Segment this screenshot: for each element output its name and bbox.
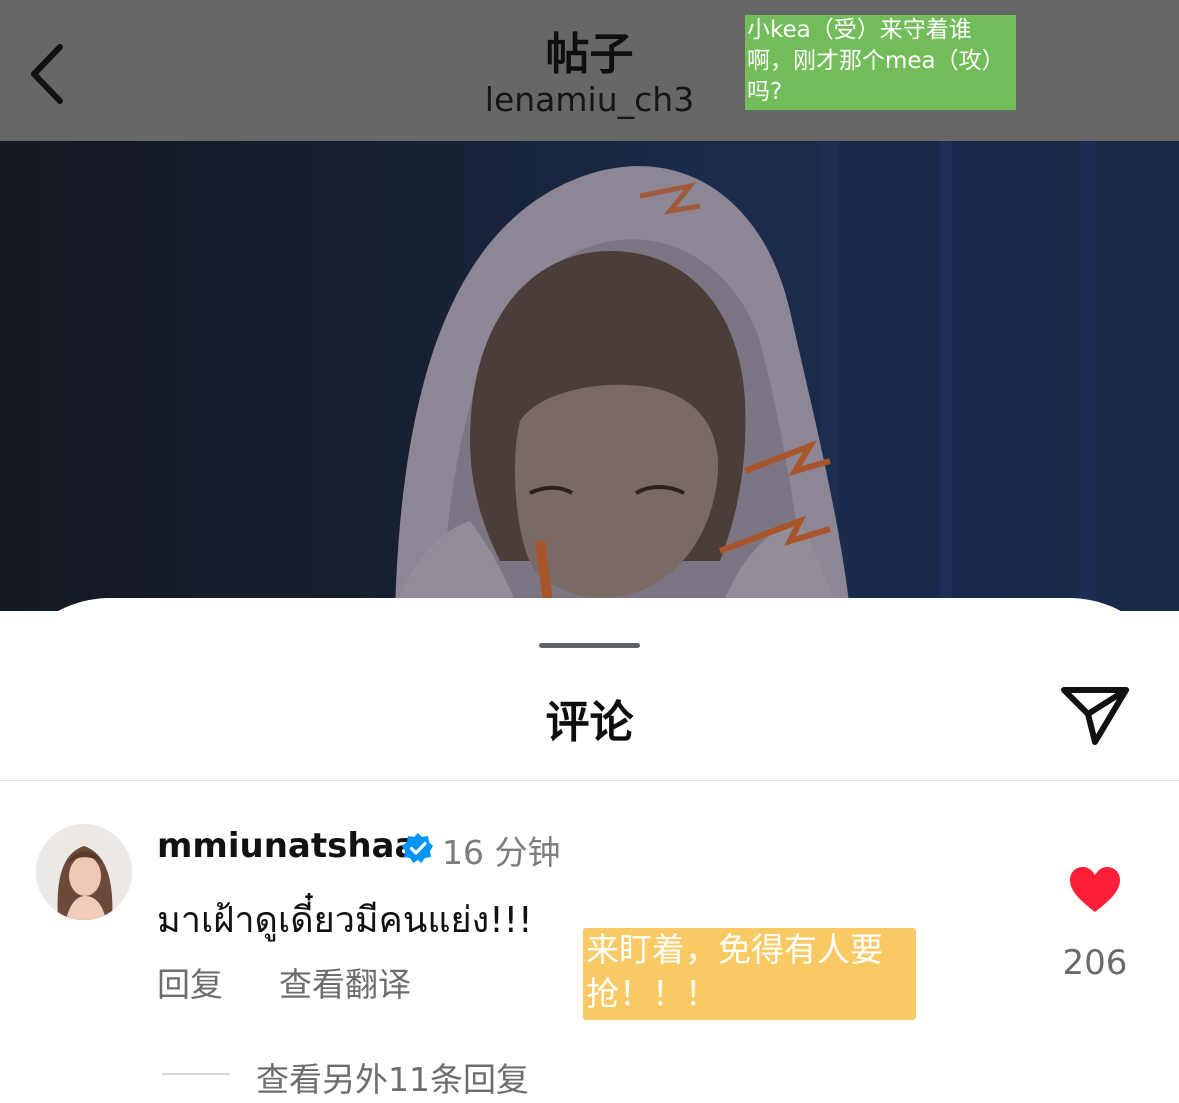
avatar-portrait [36, 824, 132, 920]
share-button[interactable] [1058, 682, 1132, 748]
annotation-note-yellow: 来盯着，免得有人要抢！！！ [583, 928, 916, 1020]
see-translation-button[interactable]: 查看翻译 [279, 958, 411, 1006]
comments-sheet: 评论 mmiunatshaa 16 分钟 มาเฝ้าดูเดี๋ยวมีคนแ… [0, 598, 1179, 1103]
heart-icon [1070, 867, 1120, 912]
like-count: 206 [1062, 943, 1128, 983]
post-photo-illustration [395, 141, 1096, 611]
reply-button[interactable]: 回复 [157, 958, 223, 1006]
sheet-divider [0, 780, 1179, 781]
view-more-replies-button[interactable]: 查看另外11条回复 [256, 1053, 529, 1101]
comment-timestamp: 16 分钟 [442, 833, 561, 872]
comment-username[interactable]: mmiunatshaa [157, 826, 417, 866]
post-photo [0, 141, 1179, 611]
replies-divider-line [162, 1073, 230, 1075]
like-button[interactable] [1068, 866, 1122, 914]
avatar[interactable] [36, 824, 132, 920]
comment-text: มาเฝ้าดูเดี๋ยวมีคนแย่ง!!! [157, 900, 533, 941]
top-header: 帖子 lenamiu_ch3 小kea（受）来守着谁啊，刚才那个mea（攻）吗? [0, 0, 1179, 141]
sheet-grabber[interactable] [539, 643, 640, 648]
send-icon [1061, 687, 1129, 745]
sheet-title: 评论 [545, 697, 634, 748]
annotation-note-green: 小kea（受）来守着谁啊，刚才那个mea（攻）吗? [745, 15, 1016, 110]
verified-badge-icon [402, 833, 433, 863]
